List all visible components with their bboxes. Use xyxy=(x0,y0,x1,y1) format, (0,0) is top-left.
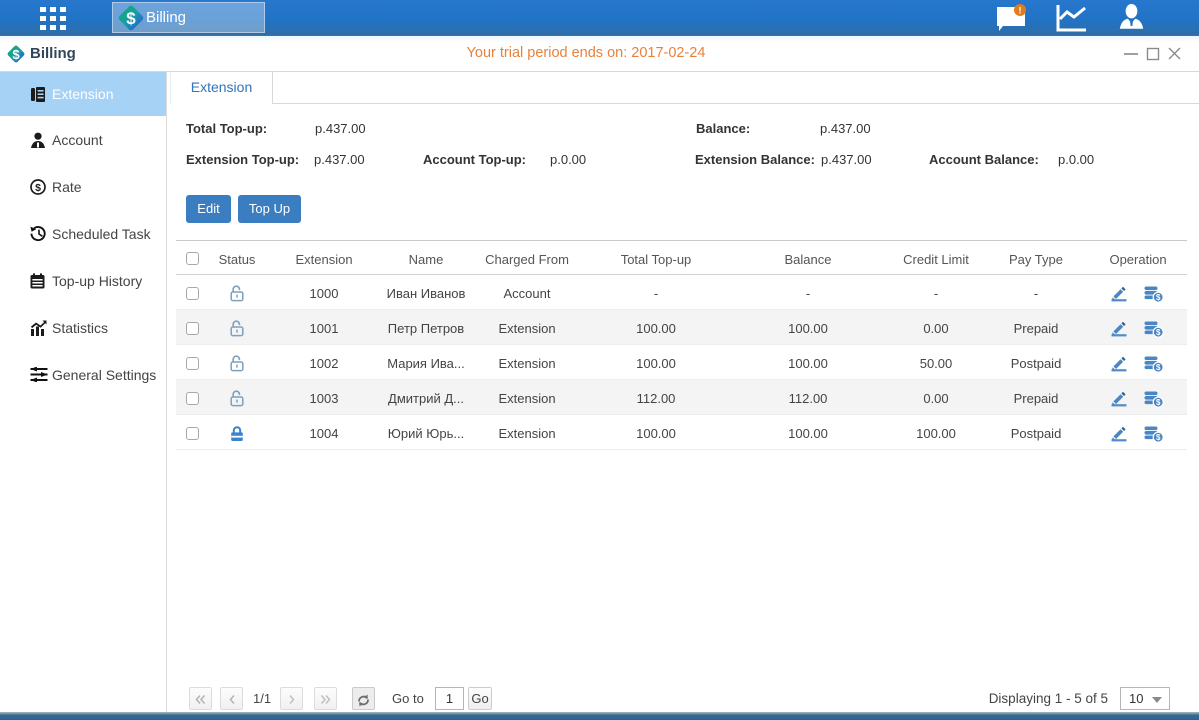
svg-text:!: ! xyxy=(1019,6,1022,16)
svg-text:$: $ xyxy=(1156,433,1161,442)
svg-text:$: $ xyxy=(1156,363,1161,372)
svg-text:$: $ xyxy=(1156,398,1161,407)
svg-text:$: $ xyxy=(1156,293,1161,302)
svg-text:$: $ xyxy=(35,182,41,194)
svg-text:$: $ xyxy=(126,9,136,28)
svg-text:$: $ xyxy=(1156,328,1161,337)
